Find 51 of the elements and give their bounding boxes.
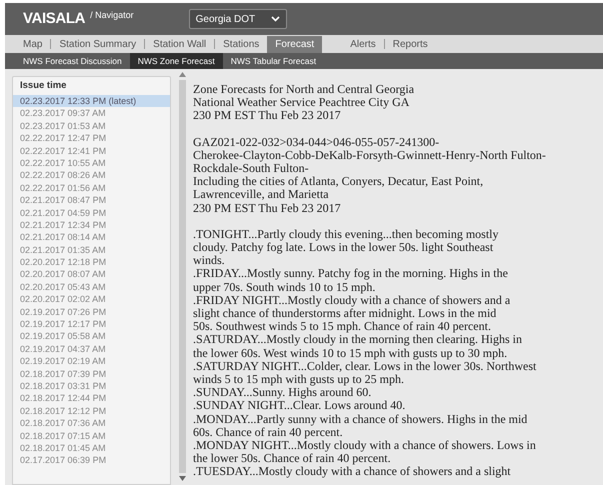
issue-time-item[interactable]: 02.18.2017 07:15 AM	[13, 430, 170, 442]
forecast-text: Zone Forecasts for North and Central Georgia National Weather Service Peachtree City GA 230 PM EST Thu Feb 23 2017	[193, 83, 416, 123]
logo: VAISALA	[23, 8, 86, 29]
issue-time-item[interactable]: 02.22.2017 08:26 AM	[13, 169, 170, 182]
nav-tab[interactable]: Station Summary	[51, 36, 144, 53]
issue-time-item[interactable]: 02.21.2017 08:47 PM	[13, 194, 170, 207]
issue-time-item[interactable]: 02.18.2017 07:39 PM	[13, 368, 170, 380]
issue-time-item[interactable]: 02.19.2017 07:26 PM	[13, 306, 170, 318]
issue-time-item[interactable]: 02.21.2017 08:14 AM	[13, 231, 170, 244]
issue-time-item[interactable]: 02.19.2017 12:17 PM	[13, 318, 170, 330]
nav-tab[interactable]: Forecast	[267, 36, 322, 53]
issue-time-item[interactable]: 02.21.2017 12:34 PM	[13, 218, 170, 232]
nav-tab[interactable]: Stations	[215, 36, 268, 53]
subtab[interactable]: NWS Forecast Discussion	[15, 53, 130, 69]
nav-tab[interactable]: Alerts	[342, 36, 384, 53]
issue-time-item[interactable]: 02.20.2017 08:07 AM	[13, 268, 170, 281]
product-name: / Navigator	[90, 9, 134, 22]
issue-time-item[interactable]: 02.18.2017 07:36 AM	[13, 417, 170, 430]
scroll-down-icon[interactable]	[179, 476, 186, 481]
issue-time-item[interactable]: 02.22.2017 10:55 AM	[13, 156, 170, 170]
issue-time-item[interactable]: 02.17.2017 06:39 PM	[13, 454, 170, 467]
nav-tab[interactable]: Map	[15, 36, 50, 53]
chevron-down-icon	[270, 16, 280, 22]
issue-time-item[interactable]: 02.19.2017 05:58 AM	[13, 330, 170, 343]
forecast-text: .TONIGHT...Partly cloudy this evening...then becoming mostly cloudy. Patchy fog late. Lows in the lower 50s. light Southeast winds. .FRIDAY...Mostly sunny. Patchy fog in the morning. Highs in the upper 70s. South winds 10 to 15 mph. .FRIDAY NIGHT...Mostly cloudy with a chance of showers and a slight chance of thunderstorms after midnight. Lows in the mid 50s. Southwest winds 5 to 15 mph. Chance of rain 40 percent. .SATURDAY...Mostly cloudy in the morning then clearing. Highs in the lower 60s. West winds 10 to 15 mph with gusts up to 30 mph. .SATURDAY NIGHT...Colder, clear. Lows in the lower 30s. Northwest winds 5 to 15 mph with gusts up to 25 mph. .SUNDAY...Sunny. Highs around 60. .SUNDAY NIGHT...Clear. Lows around 40. .MONDAY...Partly sunny with a chance of showers. Highs in the mid 60s. Chance of rain 40 percent. .MONDAY NIGHT...Mostly cloudy with a chance of showers. Lows in the lower 50s. Chance of rain 40 percent. .TUESDAY...Mostly cloudy with a chance of showers and a slight	[193, 228, 538, 479]
forecast-text: GAZ021-022-032>034-044>046-055-057-241300- Cherokee-Clayton-Cobb-DeKalb-Forsyth-Gwinnett-Henry-North Fulton- Rockdale-South Fulton- Including the cities of Atlanta, Conyers, Decatur, East Point, Lawrenceville, and Marietta 230 PM EST Thu Feb 23 2017	[193, 136, 547, 215]
scroll-up-icon[interactable]	[179, 72, 186, 77]
issue-time-item[interactable]: 02.22.2017 12:47 PM	[13, 132, 170, 145]
issue-time-item[interactable]: 02.23.2017 12:33 PM (latest)	[13, 95, 170, 108]
issue-time-item[interactable]: 02.21.2017 01:35 AM	[13, 244, 170, 256]
issue-time-item[interactable]: 02.20.2017 02:02 AM	[13, 293, 170, 306]
issue-time-item[interactable]: 02.20.2017 12:18 PM	[13, 256, 170, 268]
org-select[interactable]: Georgia DOT	[188, 9, 287, 29]
issue-time-item[interactable]: 02.18.2017 03:31 PM	[13, 380, 170, 392]
issue-time-item[interactable]: 02.19.2017 04:37 AM	[13, 342, 170, 356]
scrollbar-thumb[interactable]	[179, 80, 186, 473]
issue-time-item[interactable]: 02.18.2017 01:45 AM	[13, 442, 170, 454]
issue-time-item[interactable]: 02.22.2017 01:56 AM	[13, 182, 170, 194]
issue-time-item[interactable]: 02.23.2017 01:53 AM	[13, 120, 170, 132]
issue-time-item[interactable]: 02.18.2017 12:12 PM	[13, 404, 170, 418]
issue-time-item[interactable]: 02.19.2017 02:19 AM	[13, 355, 170, 368]
issue-time-item[interactable]: 02.22.2017 12:41 PM	[13, 144, 170, 157]
issue-time-item[interactable]: 02.21.2017 04:59 PM	[13, 206, 170, 219]
issue-time-item[interactable]: 02.23.2017 09:37 AM	[13, 107, 170, 120]
subtab[interactable]: NWS Tabular Forecast	[222, 53, 324, 69]
issue-time-item[interactable]: 02.20.2017 05:43 AM	[13, 280, 170, 294]
column-header: Issue time	[19, 78, 68, 93]
nav-tab[interactable]: Station Wall	[145, 36, 214, 53]
issue-time-item[interactable]: 02.18.2017 12:44 PM	[13, 392, 170, 405]
nav-tab[interactable]: Reports	[384, 36, 436, 53]
subtab[interactable]: NWS Zone Forecast	[130, 53, 223, 69]
